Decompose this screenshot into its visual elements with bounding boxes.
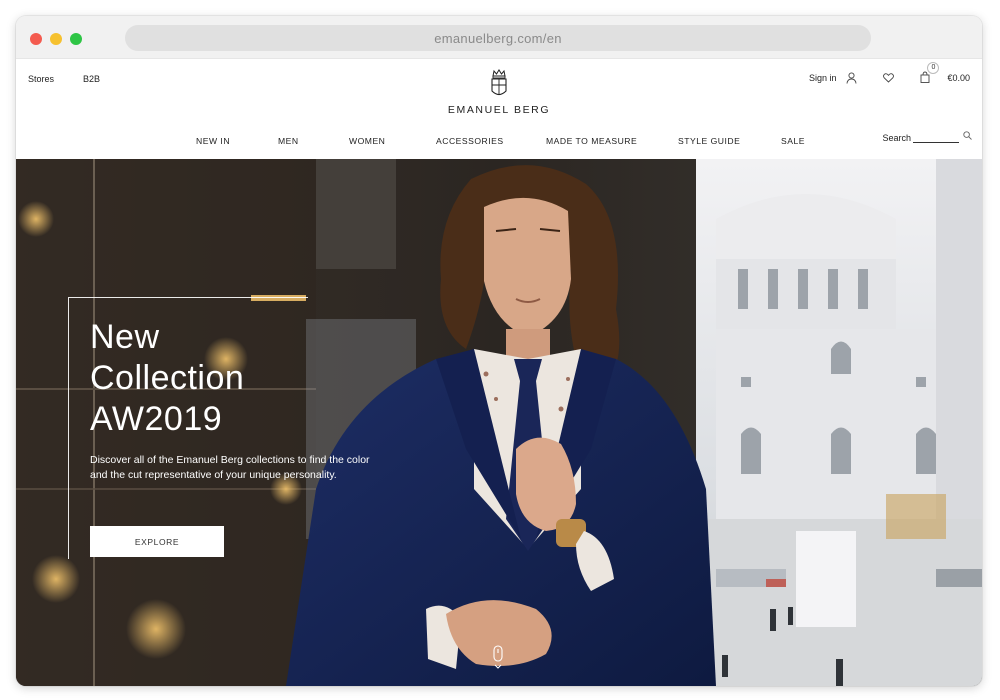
hero-title: New Collection AW2019	[90, 317, 350, 440]
search-box: Search	[882, 131, 972, 143]
cart-button[interactable]: 0	[920, 62, 940, 85]
cart-count-badge: 0	[927, 62, 940, 74]
search-input[interactable]	[913, 131, 959, 143]
search-icon[interactable]	[963, 131, 972, 142]
address-bar[interactable]: emanuelberg.com/en	[125, 25, 871, 51]
browser-chrome: emanuelberg.com/en	[16, 16, 982, 59]
site-header: Stores B2B EMANUEL BERG Sign in 0 €0.00 …	[16, 59, 982, 159]
hero-description: Discover all of the Emanuel Berg collect…	[90, 454, 370, 481]
nav-women[interactable]: WOMEN	[349, 136, 385, 146]
explore-button[interactable]: EXPLORE	[90, 526, 224, 557]
nav-style-guide[interactable]: STYLE GUIDE	[678, 136, 740, 146]
hero-title-line: AW2019	[90, 400, 223, 438]
close-window-button[interactable]	[30, 33, 42, 45]
scroll-down-icon[interactable]	[492, 645, 504, 676]
cart-total: €0.00	[947, 73, 970, 83]
user-icon[interactable]	[846, 72, 857, 84]
hero-banner: New Collection AW2019 Discover all of th…	[16, 159, 982, 686]
minimize-window-button[interactable]	[50, 33, 62, 45]
main-navigation: NEW IN MEN WOMEN ACCESSORIES MADE TO MEA…	[16, 136, 982, 150]
brand-logo[interactable]: EMANUEL BERG	[446, 69, 552, 116]
nav-men[interactable]: MEN	[278, 136, 299, 146]
account-tools: Sign in 0 €0.00	[809, 62, 970, 85]
hero-title-line: New	[90, 318, 160, 356]
brand-name: EMANUEL BERG	[447, 104, 551, 116]
browser-window: emanuelberg.com/en Stores B2B EMANUEL BE…	[16, 16, 982, 686]
stores-link[interactable]: Stores	[28, 74, 54, 84]
nav-new-in[interactable]: NEW IN	[196, 136, 230, 146]
nav-sale[interactable]: SALE	[781, 136, 805, 146]
hero-title-line: Collection	[90, 359, 245, 397]
nav-accessories[interactable]: ACCESSORIES	[436, 136, 504, 146]
search-label: Search	[882, 133, 911, 143]
maximize-window-button[interactable]	[70, 33, 82, 45]
heart-icon[interactable]	[883, 73, 895, 83]
b2b-link[interactable]: B2B	[83, 74, 100, 84]
address-bar-url: emanuelberg.com/en	[434, 30, 562, 46]
utility-links: Stores B2B	[28, 74, 100, 84]
crown-crest-icon	[491, 69, 507, 96]
sign-in-link[interactable]: Sign in	[809, 73, 837, 83]
nav-made-to-measure[interactable]: MADE TO MEASURE	[546, 136, 637, 146]
